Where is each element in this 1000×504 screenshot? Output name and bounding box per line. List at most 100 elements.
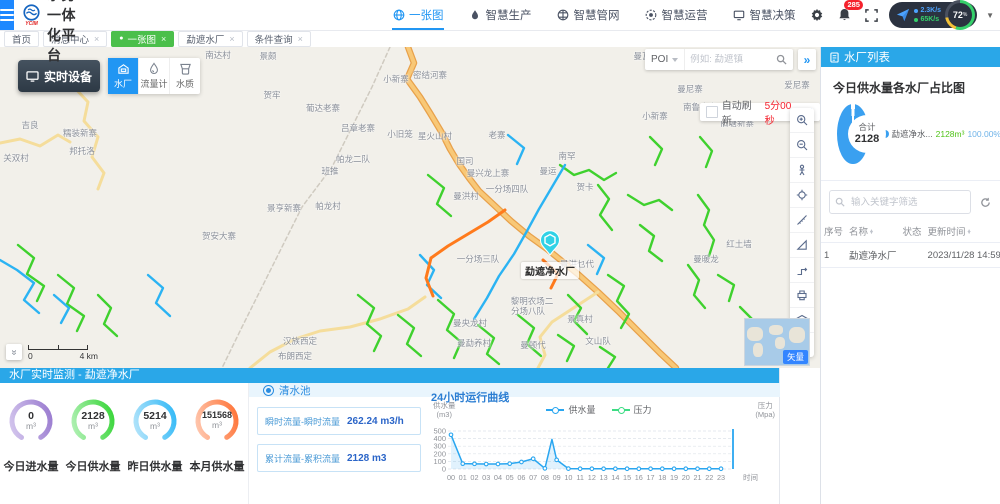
map-label: 南罕 (558, 150, 575, 162)
table-refresh-button[interactable] (977, 194, 993, 210)
paper-plane-icon (896, 8, 910, 22)
legend-label: 供水量 (568, 403, 595, 416)
map-scale-bar: 04 km (28, 343, 98, 361)
map[interactable]: 南达村景颇贺牢密结河寨小新寨曼瓦曼尼寨南鲁大寨小新寨旧塘新寨爱尼寨吉良糯装新寨邦… (0, 47, 820, 368)
poi-search: POI (645, 49, 793, 70)
poi-type-select[interactable]: POI (645, 49, 685, 70)
street-view-button[interactable] (790, 158, 814, 183)
active-tab-dot: ● (119, 35, 123, 42)
flow-card: 累计流量-累积流量2128 m3 (257, 444, 421, 472)
vector-map-toggle[interactable]: 矢量 (783, 350, 808, 364)
map-label: 曼洪村 (453, 190, 479, 202)
plant-search-box (829, 190, 971, 214)
map-label: 吕章老寨 (341, 122, 375, 134)
nav-decision[interactable]: 智慧决策 (720, 0, 808, 30)
map-label: 景亨新寨 (267, 202, 301, 214)
right-panel: 水厂列表 今日供水量各水厂占比图 合计 2128 勐遮净水... 2128m³ … (820, 47, 1000, 504)
production-icon (469, 9, 481, 21)
map-label: 关双村 (3, 152, 29, 164)
pool-radio[interactable] (263, 385, 274, 396)
supply-share-donut: 合计 2128 勐遮净水... 2128m³ 100.00% (837, 104, 1000, 164)
legend-item-压力[interactable]: 压力 (612, 403, 652, 416)
tab-一张图[interactable]: ●一张图× (111, 31, 174, 47)
map-label: 帕龙村 (315, 200, 341, 212)
auto-refresh-label: 自动刷新 (722, 97, 761, 127)
street-view-icon (796, 164, 808, 176)
plant-marker[interactable]: 勐遮净水厂 (521, 230, 579, 280)
tab-close-icon[interactable]: × (161, 34, 166, 44)
plant-search-input[interactable] (849, 196, 965, 209)
poi-search-icon[interactable] (776, 54, 793, 65)
map-label: 爱尼寨 (784, 79, 810, 91)
poi-search-input[interactable] (685, 54, 776, 65)
minimap[interactable]: 矢量 (744, 318, 810, 366)
col-header-更新时间[interactable]: 更新时间▲▼ (925, 220, 1000, 243)
map-label: 曼央龙村 (453, 317, 487, 329)
network-widget[interactable]: 2.3K/s 65K/s 72% (889, 2, 977, 28)
nav-production[interactable]: 智慧生产 (456, 0, 544, 30)
layer-button-水质[interactable]: 水质 (170, 58, 200, 94)
layer-button-水厂[interactable]: 水厂 (108, 58, 139, 94)
tab-条件查询[interactable]: 条件查询× (247, 31, 311, 47)
print-button[interactable] (790, 283, 814, 308)
tab-close-icon[interactable]: × (298, 34, 303, 44)
tab-close-icon[interactable]: × (94, 34, 99, 44)
svg-text:13: 13 (600, 473, 608, 482)
flow-card: 瞬时流量-瞬时流量262.24 m3/h (257, 407, 421, 435)
fullscreen-icon[interactable] (862, 6, 880, 24)
tab-勐遮水厂[interactable]: 勐遮水厂 × (178, 31, 242, 47)
table-row[interactable]: 1勐遮净水厂2023/11/28 14:59:25 (821, 243, 1000, 268)
divider (821, 180, 1000, 181)
col-header-名称[interactable]: 名称▲▼ (846, 220, 900, 243)
notifications-bell-icon[interactable]: 285 (835, 6, 853, 24)
map-label: 景真村 (567, 313, 593, 325)
nav-label: 一张图 (409, 7, 444, 23)
map-label: 南达村 (205, 49, 231, 61)
zoom-out-button[interactable] (790, 133, 814, 158)
map-label: 小新寨 (642, 110, 668, 122)
svg-text:08: 08 (541, 473, 549, 482)
operation-icon (645, 9, 657, 21)
table-cell: 2023/11/28 14:59:25 (925, 243, 1000, 268)
nav-label: 智慧管网 (573, 7, 619, 23)
layer-label: 水质 (176, 77, 194, 90)
plant-table: 序号名称▲▼状态更新时间▲▼ 1勐遮净水厂2023/11/28 14:59:25 (821, 220, 1000, 268)
map-label: 邦托洛 (69, 145, 95, 157)
search-icon (835, 197, 845, 207)
collapse-bottom-panel-button[interactable]: » (6, 344, 22, 360)
tab-label: 勐遮水厂 (186, 32, 224, 46)
device-monitor-icon (26, 71, 39, 82)
measure-distance-button[interactable] (790, 208, 814, 233)
locate-button[interactable] (790, 183, 814, 208)
map-label: 吉良 (21, 119, 38, 131)
tab-首页[interactable]: 首页 (4, 31, 39, 47)
header-caret-icon[interactable]: ▼ (986, 11, 994, 20)
menu-button[interactable] (0, 0, 14, 30)
measure-distance-icon (796, 214, 808, 226)
legend-label: 压力 (634, 403, 652, 416)
nav-map[interactable]: 一张图 (380, 0, 457, 30)
nav-pipe-network[interactable]: 智慧管网 (544, 0, 632, 30)
app-window: YCIM 智慧水务一体化平台 一张图智慧生产智慧管网智慧运营智慧决策 285 2… (0, 0, 1000, 504)
map-label: 小旧笼 (387, 128, 413, 140)
layer-button-流量计[interactable]: 流量计 (139, 58, 170, 94)
svg-text:时间: 时间 (743, 472, 758, 482)
gauge-昨日供水量: 5214m³昨日供水量 (127, 397, 183, 474)
pool-tab-label[interactable]: 清水池 (279, 383, 311, 398)
tab-close-icon[interactable]: × (229, 34, 234, 44)
zoom-in-button[interactable] (790, 108, 814, 133)
nav-operation[interactable]: 智慧运营 (632, 0, 720, 30)
app-logo: YCIM (23, 4, 40, 27)
legend-item-供水量[interactable]: 供水量 (546, 403, 595, 416)
auto-refresh-checkbox[interactable] (706, 106, 718, 118)
settings-gear-icon[interactable] (808, 6, 826, 24)
sort-icon[interactable]: ▲▼ (869, 230, 874, 235)
system-gauge: 72% (945, 0, 975, 30)
svg-text:10: 10 (564, 473, 572, 482)
pipeline-button[interactable] (790, 258, 814, 283)
sort-icon[interactable]: ▲▼ (967, 230, 972, 235)
map-label: 曼暖龙 (693, 253, 719, 265)
svg-text:16: 16 (635, 473, 643, 482)
measure-area-button[interactable] (790, 233, 814, 258)
collapse-right-panel-button[interactable]: » (798, 49, 816, 70)
